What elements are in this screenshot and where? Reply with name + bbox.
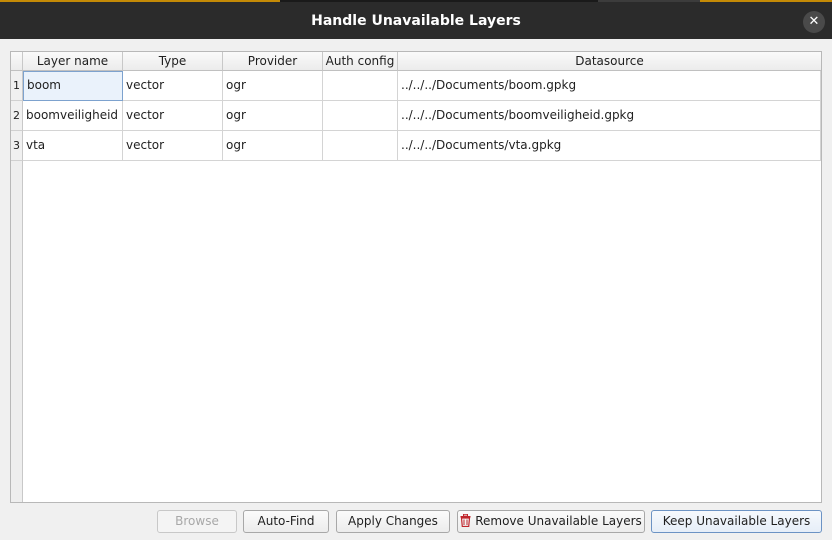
remove-button-label: Remove Unavailable Layers (475, 514, 642, 528)
cell-auth-config[interactable] (323, 101, 398, 131)
column-header-datasource[interactable]: Datasource (398, 52, 821, 71)
cell-layer-name[interactable]: vta (23, 131, 123, 161)
column-header-layer-name[interactable]: Layer name (23, 52, 123, 71)
layers-table[interactable]: Layer name Type Provider Auth config Dat… (10, 51, 822, 503)
table-corner (11, 52, 23, 71)
remove-unavailable-layers-button[interactable]: Remove Unavailable Layers (457, 510, 645, 533)
row-number[interactable]: 3 (11, 131, 23, 161)
column-header-type[interactable]: Type (123, 52, 223, 71)
browse-button[interactable]: Browse (157, 510, 237, 533)
table-row[interactable]: boomveiligheid vector ogr ../../../Docum… (23, 101, 821, 131)
cell-layer-name[interactable]: boomveiligheid (23, 101, 123, 131)
cell-type[interactable]: vector (123, 71, 223, 101)
cell-provider[interactable]: ogr (223, 101, 323, 131)
table-row[interactable]: vta vector ogr ../../../Documents/vta.gp… (23, 131, 821, 161)
close-icon[interactable]: ✕ (803, 11, 825, 33)
table-row[interactable]: boom vector ogr ../../../Documents/boom.… (23, 71, 821, 101)
cell-type[interactable]: vector (123, 101, 223, 131)
cell-datasource[interactable]: ../../../Documents/boom.gpkg (398, 71, 821, 101)
cell-auth-config[interactable] (323, 131, 398, 161)
cell-datasource[interactable]: ../../../Documents/vta.gpkg (398, 131, 821, 161)
cell-provider[interactable]: ogr (223, 131, 323, 161)
row-number[interactable]: 2 (11, 101, 23, 131)
column-header-provider[interactable]: Provider (223, 52, 323, 71)
auto-find-button[interactable]: Auto-Find (243, 510, 329, 533)
column-header-auth-config[interactable]: Auth config (323, 52, 398, 71)
cell-type[interactable]: vector (123, 131, 223, 161)
cell-provider[interactable]: ogr (223, 71, 323, 101)
cell-auth-config[interactable] (323, 71, 398, 101)
row-number[interactable]: 1 (11, 71, 23, 101)
cell-datasource[interactable]: ../../../Documents/boomveiligheid.gpkg (398, 101, 821, 131)
cell-layer-name[interactable]: boom (23, 71, 123, 101)
trash-icon (460, 514, 471, 527)
apply-changes-button[interactable]: Apply Changes (336, 510, 450, 533)
keep-unavailable-layers-button[interactable]: Keep Unavailable Layers (651, 510, 822, 533)
title-bar: Handle Unavailable Layers ✕ (0, 0, 832, 39)
dialog-title: Handle Unavailable Layers (311, 13, 521, 29)
